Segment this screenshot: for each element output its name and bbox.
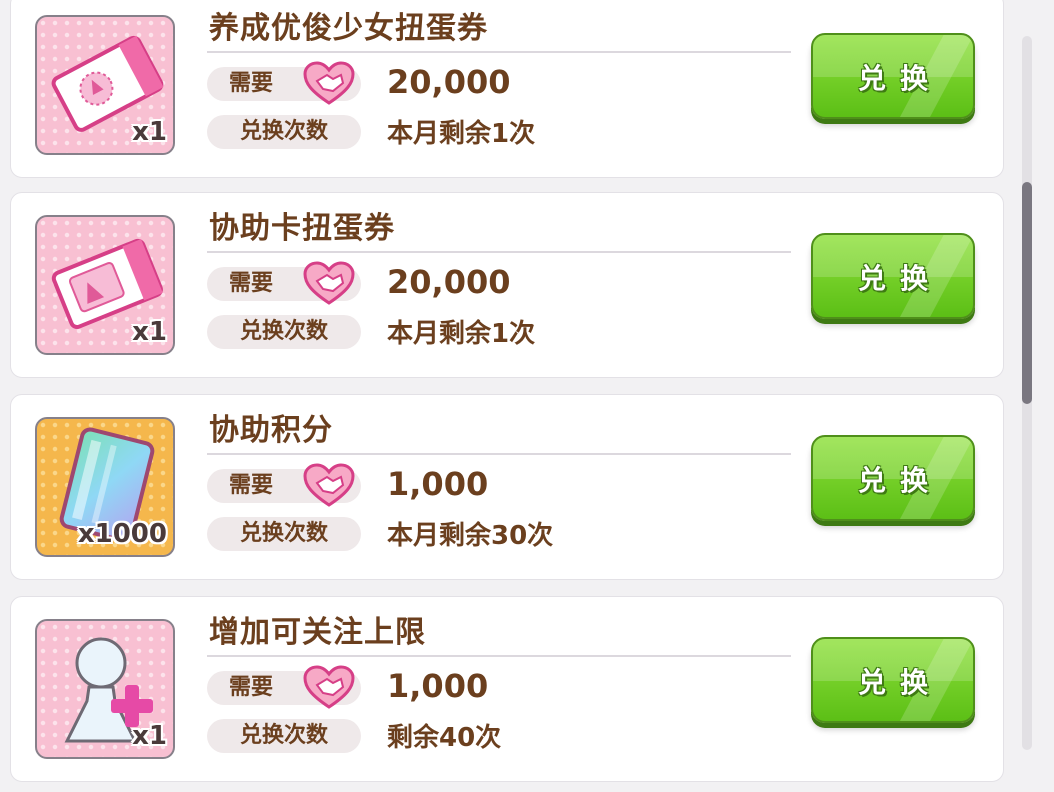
cost-value: 20,000 [387,263,511,301]
remaining-count: 本月剩余1次 [387,319,536,349]
cost-value: 1,000 [387,465,489,503]
scrollbar-thumb[interactable] [1022,182,1032,404]
divider [207,453,791,455]
follow-limit-plus-icon: x1 [35,619,175,759]
quantity-badge: x1 [132,117,167,147]
require-label: 需要 [207,61,361,105]
quantity-badge: x1 [132,317,167,347]
exchange-item-card: x1 养成优俊少女扭蛋券 需要 20,000 兑换次数 本月剩余1次 兑换 [10,0,1004,178]
quantity-badge: x1 [132,721,167,751]
item-title: 增加可关注上限 [209,615,426,650]
item-title: 协助积分 [209,413,333,448]
exchange-count-label: 兑换次数 [207,115,361,149]
heart-handshake-icon [303,261,355,305]
cost-value: 1,000 [387,667,489,705]
exchange-button[interactable]: 兑换 [811,33,975,119]
exchange-count-label: 兑换次数 [207,517,361,551]
require-label: 需要 [207,463,361,507]
exchange-button[interactable]: 兑换 [811,233,975,319]
remaining-count: 本月剩余30次 [387,521,554,551]
training-gacha-ticket-icon: x1 [35,15,175,155]
divider [207,51,791,53]
support-point-card-icon: x1000 [35,417,175,557]
cost-value: 20,000 [387,63,511,101]
heart-handshake-icon [303,463,355,507]
exchange-item-card: x1000 协助积分 需要 1,000 兑换次数 本月剩余30次 兑换 [10,394,1004,580]
exchange-item-card: x1 协助卡扭蛋券 需要 20,000 兑换次数 本月剩余1次 兑换 [10,192,1004,378]
exchange-button[interactable]: 兑换 [811,435,975,521]
item-title: 协助卡扭蛋券 [209,211,395,246]
exchange-count-label: 兑换次数 [207,719,361,753]
quantity-badge: x1000 [77,519,167,549]
support-gacha-ticket-icon: x1 [35,215,175,355]
item-title: 养成优俊少女扭蛋券 [209,11,488,46]
remaining-count: 本月剩余1次 [387,119,536,149]
divider [207,251,791,253]
heart-handshake-icon [303,61,355,105]
exchange-item-card: x1 增加可关注上限 需要 1,000 兑换次数 剩余40次 兑换 [10,596,1004,782]
require-label: 需要 [207,261,361,305]
exchange-button[interactable]: 兑换 [811,637,975,723]
divider [207,655,791,657]
remaining-count: 剩余40次 [387,723,502,753]
heart-handshake-icon [303,665,355,709]
require-label: 需要 [207,665,361,709]
exchange-count-label: 兑换次数 [207,315,361,349]
